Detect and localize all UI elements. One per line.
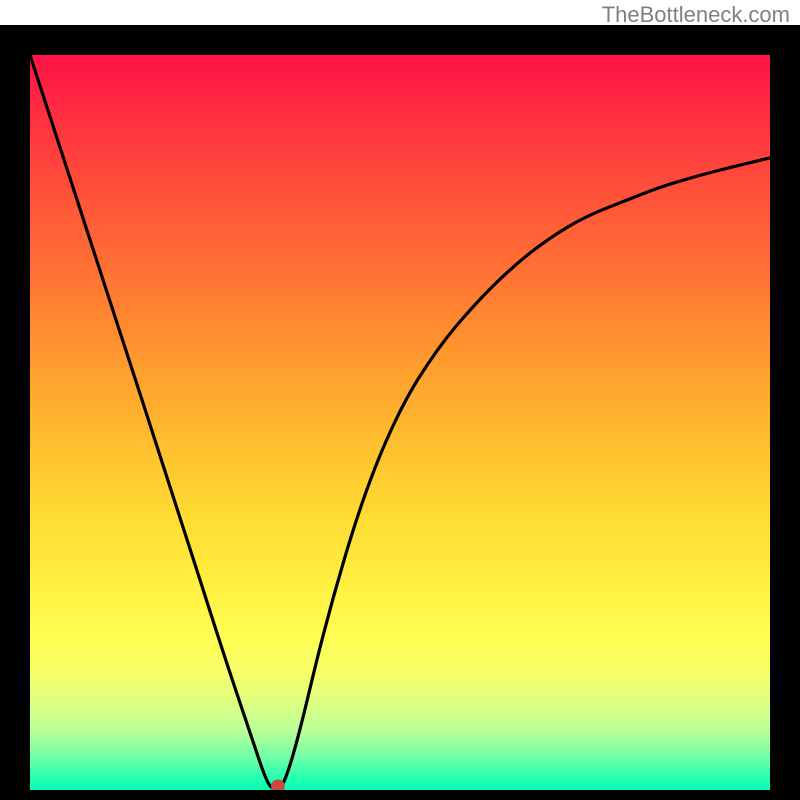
bottleneck-curve (30, 55, 770, 790)
chart-frame (0, 25, 800, 800)
watermark-text: TheBottleneck.com (602, 2, 790, 28)
plot-area (30, 55, 770, 790)
chart-svg (30, 55, 770, 790)
